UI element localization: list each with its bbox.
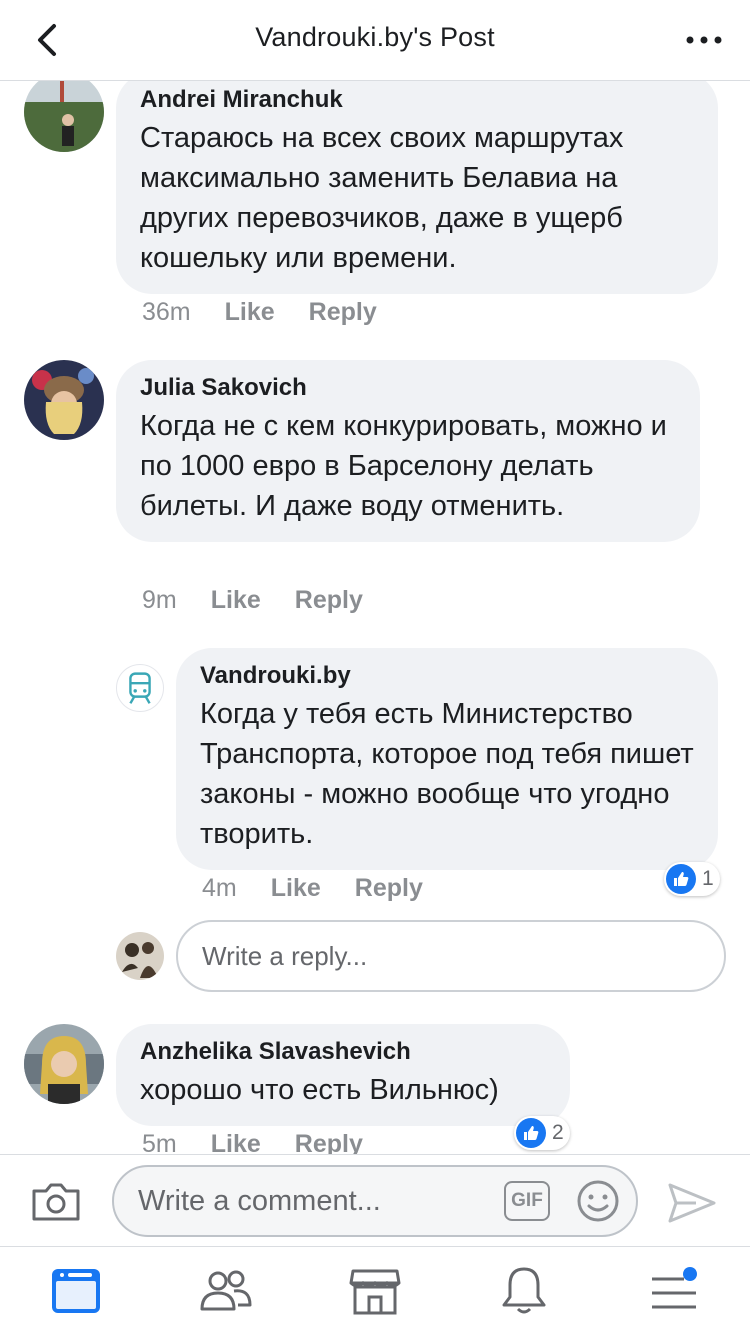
comment-input[interactable]: Write a comment... GIF bbox=[112, 1165, 638, 1237]
comment-actions: 9m Like Reply bbox=[142, 586, 363, 615]
comment-author[interactable]: Julia Sakovich bbox=[140, 374, 676, 402]
avatar[interactable] bbox=[24, 360, 104, 440]
avatar[interactable] bbox=[24, 1024, 104, 1104]
reply-button[interactable]: Reply bbox=[295, 586, 363, 615]
comments-list: Andrei Miranchuk Стараюсь на всех своих … bbox=[0, 80, 750, 1154]
comment-time: 5m bbox=[142, 1130, 177, 1154]
comment-actions: 5m Like Reply bbox=[142, 1130, 363, 1154]
comment-time: 9m bbox=[142, 586, 177, 614]
menu-icon[interactable] bbox=[646, 1265, 702, 1317]
marketplace-icon[interactable] bbox=[347, 1265, 403, 1317]
comment-author[interactable]: Andrei Miranchuk bbox=[140, 86, 694, 114]
reaction-count: 1 bbox=[702, 867, 714, 890]
like-button[interactable]: Like bbox=[271, 874, 321, 903]
top-header: Vandrouki.by's Post bbox=[0, 0, 750, 81]
more-options-icon[interactable] bbox=[684, 24, 724, 56]
reply-button[interactable]: Reply bbox=[309, 298, 377, 327]
reply-input[interactable]: Write a reply... bbox=[176, 920, 726, 992]
friends-icon[interactable] bbox=[198, 1265, 254, 1317]
my-avatar bbox=[116, 932, 164, 980]
comment-actions: 4m Like Reply bbox=[202, 874, 423, 903]
comment-bubble[interactable]: Anzhelika Slavashevich хорошо что есть В… bbox=[116, 1024, 570, 1126]
comment-text: Стараюсь на всех своих маршрутах максима… bbox=[140, 122, 624, 274]
comment-author[interactable]: Anzhelika Slavashevich bbox=[140, 1038, 546, 1066]
page-avatar[interactable] bbox=[116, 664, 164, 712]
reply-bubble[interactable]: Vandrouki.by Когда у тебя есть Министерс… bbox=[176, 648, 718, 870]
comment-bubble[interactable]: Julia Sakovich Когда не с кем конкуриров… bbox=[116, 360, 700, 542]
like-button[interactable]: Like bbox=[225, 298, 275, 327]
reaction-count-badge[interactable]: 2 bbox=[514, 1116, 570, 1150]
like-button[interactable]: Like bbox=[211, 586, 261, 615]
notification-dot bbox=[683, 1267, 697, 1281]
vandrouki-logo-icon bbox=[129, 672, 151, 704]
comment-author[interactable]: Vandrouki.by bbox=[200, 662, 694, 690]
avatar[interactable] bbox=[24, 80, 104, 152]
reply-button[interactable]: Reply bbox=[295, 1130, 363, 1154]
comment-text: Когда не с кем конкурировать, можно и по… bbox=[140, 410, 667, 522]
like-reaction-icon bbox=[516, 1118, 546, 1148]
send-icon[interactable] bbox=[666, 1179, 718, 1227]
emoji-icon[interactable] bbox=[576, 1179, 620, 1223]
comment-actions: 36m Like Reply bbox=[142, 298, 377, 327]
comment-time: 36m bbox=[142, 298, 191, 326]
like-reaction-icon bbox=[666, 864, 696, 894]
notifications-icon[interactable] bbox=[496, 1265, 552, 1317]
bottom-tab-bar bbox=[0, 1246, 750, 1335]
comment-composer-bar: Write a comment... GIF bbox=[0, 1154, 750, 1247]
gif-button[interactable]: GIF bbox=[504, 1181, 550, 1221]
news-feed-icon[interactable] bbox=[48, 1265, 104, 1317]
reply-button[interactable]: Reply bbox=[355, 874, 423, 903]
comment-time: 4m bbox=[202, 874, 237, 902]
like-button[interactable]: Like bbox=[211, 1130, 261, 1154]
camera-icon[interactable] bbox=[30, 1177, 82, 1225]
comment-input-placeholder: Write a comment... bbox=[138, 1185, 381, 1217]
comment-text: хорошо что есть Вильнюс) bbox=[140, 1074, 499, 1106]
reaction-count-badge[interactable]: 1 bbox=[664, 862, 720, 896]
reaction-count: 2 bbox=[552, 1121, 564, 1144]
comment-text: Когда у тебя есть Министерство Транспорт… bbox=[200, 698, 694, 850]
page-title: Vandrouki.by's Post bbox=[255, 22, 495, 52]
comment-bubble[interactable]: Andrei Miranchuk Стараюсь на всех своих … bbox=[116, 80, 718, 294]
